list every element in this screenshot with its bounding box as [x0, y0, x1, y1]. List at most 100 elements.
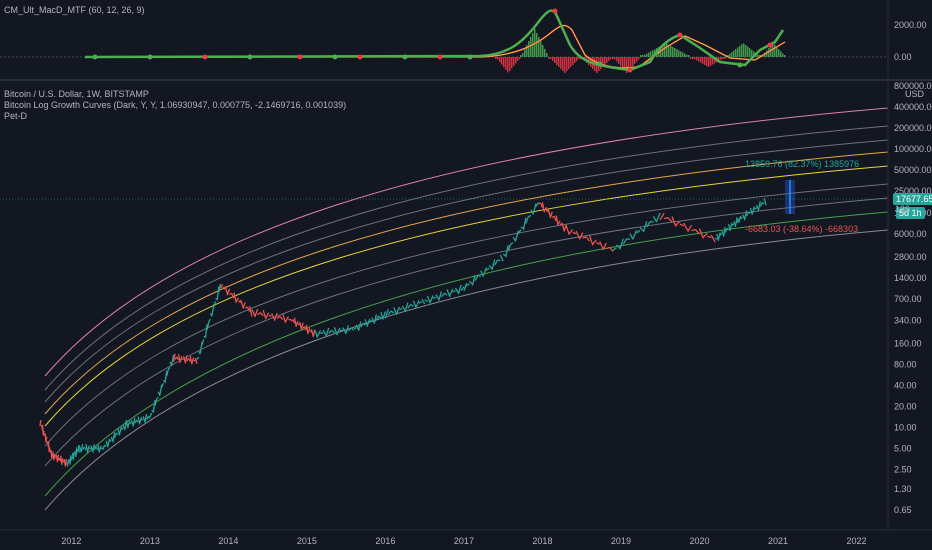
- price-candle: [582, 236, 587, 239]
- price-candle: [72, 452, 75, 459]
- macd-histogram-bar: [636, 57, 638, 62]
- price-tick-label: 1400.00: [894, 273, 927, 283]
- macd-histogram-bar: [612, 57, 614, 59]
- price-candle: [80, 444, 84, 453]
- price-candle: [129, 422, 132, 425]
- macd-cross-dot: [92, 54, 98, 60]
- macd-histogram-bar: [538, 37, 540, 57]
- price-candle: [132, 417, 136, 427]
- price-candle: [179, 355, 183, 362]
- price-candle: [117, 428, 121, 436]
- macd-cross-dot: [737, 62, 743, 68]
- macd-cross-dot: [552, 8, 558, 14]
- macd-histogram-bar: [706, 57, 708, 67]
- price-candle: [293, 317, 297, 328]
- time-tick-label: 2015: [297, 536, 317, 546]
- macd-histogram-bar: [686, 54, 688, 57]
- time-tick-label: 2012: [61, 536, 81, 546]
- macd-histogram-bar: [739, 45, 741, 57]
- price-candle: [727, 224, 731, 232]
- price-candle: [98, 445, 102, 452]
- price-candle: [763, 198, 767, 206]
- price-candle: [652, 216, 658, 223]
- price-candle: [629, 233, 634, 240]
- macd-histogram-bar: [780, 51, 782, 57]
- price-candle: [549, 211, 553, 219]
- macd-histogram-bar: [503, 57, 505, 68]
- price-candle: [659, 212, 665, 221]
- macd-histogram-bar: [509, 57, 511, 72]
- macd-cross-dot: [677, 32, 683, 38]
- price-candle: [714, 237, 718, 240]
- macd-histogram-bar: [558, 57, 560, 67]
- chart-canvas: 2000.000.00 800000.00400000.00200000.001…: [0, 0, 932, 546]
- price-candle: [64, 458, 67, 467]
- price-candle: [761, 202, 765, 205]
- price-candle: [421, 298, 426, 305]
- macd-histogram-bar: [704, 57, 706, 65]
- macd-histogram-bar: [676, 49, 678, 57]
- price-candle: [137, 416, 141, 425]
- macd-histogram-bar: [608, 57, 610, 61]
- price-tick-label: 80.00: [894, 359, 917, 369]
- price-candle: [443, 292, 448, 296]
- price-candle: [52, 451, 55, 461]
- time-tick-label: 2020: [689, 536, 709, 546]
- price-candle: [568, 229, 574, 234]
- price-candle: [632, 229, 638, 239]
- price-candle: [622, 238, 628, 245]
- price-candle: [216, 286, 220, 301]
- macd-cross-dot: [357, 54, 363, 60]
- price-candle: [390, 310, 395, 314]
- price-candle: [565, 224, 570, 236]
- price-candle: [97, 444, 101, 453]
- price-tick-label: 1.30: [894, 484, 912, 494]
- price-candle: [592, 239, 597, 245]
- price-candle: [191, 357, 195, 364]
- price-candle: [561, 222, 565, 231]
- time-tick-label: 2018: [532, 536, 552, 546]
- price-candle: [619, 238, 624, 250]
- macd-histogram-bar: [782, 53, 784, 57]
- macd-cross-dot: [202, 54, 208, 60]
- price-candle: [297, 323, 300, 326]
- price-candle: [161, 382, 164, 388]
- price-candle: [585, 236, 591, 242]
- macd-histogram-bar: [648, 52, 650, 57]
- price-candle: [350, 327, 355, 331]
- price-tick-label: 400000.00: [894, 102, 932, 112]
- macd-histogram-bar: [749, 48, 751, 57]
- price-candle: [435, 294, 440, 300]
- macd-histogram-bar: [757, 54, 759, 57]
- macd-cross-dot: [627, 67, 633, 73]
- macd-cross-dot: [467, 54, 473, 60]
- price-candle: [276, 315, 281, 320]
- price-candle: [279, 315, 284, 321]
- macd-histogram-bar: [511, 57, 513, 69]
- price-candle: [92, 444, 96, 453]
- macd-histogram-bar: [774, 44, 776, 57]
- price-tick-label: 100000.00: [894, 144, 932, 154]
- price-tick-label: 700.00: [894, 294, 922, 304]
- measure-down-label: -6683.03 (-38.64%) -668303: [745, 224, 859, 234]
- price-candle: [188, 358, 191, 362]
- macd-cross-dot: [332, 54, 338, 60]
- macd-histogram-bar: [495, 57, 497, 59]
- price-candle: [322, 329, 327, 336]
- macd-cross-dot: [767, 42, 773, 48]
- price-candle: [497, 259, 501, 262]
- macd-histogram-bar: [741, 44, 743, 57]
- price-candle: [510, 242, 514, 245]
- macd-histogram-bar: [735, 49, 737, 57]
- price-candle: [66, 459, 69, 467]
- price-candle: [449, 288, 454, 296]
- price-candle: [310, 328, 314, 336]
- price-candle: [115, 432, 119, 435]
- price-candle: [515, 230, 519, 241]
- macd-histogram-bar: [528, 41, 530, 57]
- price-candle: [167, 367, 171, 370]
- price-candle: [118, 426, 122, 435]
- macd-cross-dot: [247, 54, 253, 60]
- price-candle: [176, 356, 180, 361]
- price-candle: [755, 204, 759, 210]
